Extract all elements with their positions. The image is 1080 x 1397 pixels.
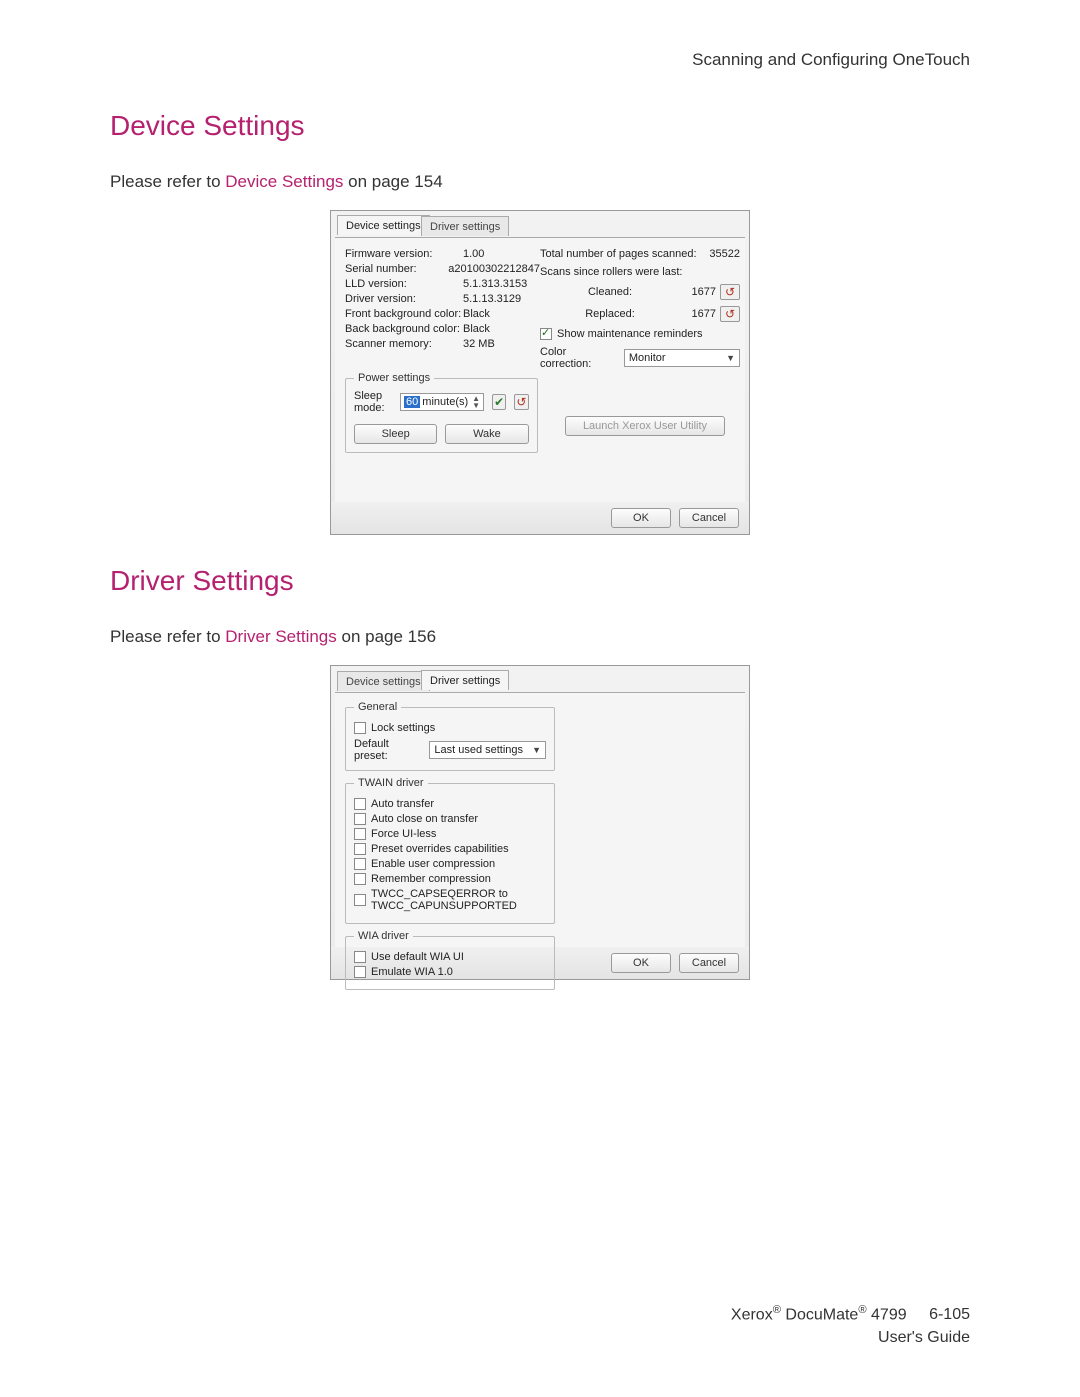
total-scanned-label: Total number of pages scanned:: [540, 248, 697, 260]
launch-utility-button[interactable]: Launch Xerox User Utility: [565, 416, 725, 436]
driver-version-label: Driver version:: [345, 293, 463, 305]
driver-settings-dialog: Device settings Driver settings General …: [330, 665, 750, 980]
wia-legend: WIA driver: [354, 930, 413, 942]
page-header: Scanning and Configuring OneTouch: [110, 50, 970, 70]
default-preset-value: Last used settings: [434, 744, 523, 756]
lld-value: 5.1.313.3153: [463, 278, 527, 290]
refer-device: Please refer to Device Settings on page …: [110, 172, 970, 192]
sleep-mode-label: Sleep mode:: [354, 390, 396, 414]
total-scanned-value: 35522: [704, 248, 740, 260]
remember-compression-checkbox[interactable]: [354, 873, 366, 885]
memory-value: 32 MB: [463, 338, 495, 350]
sleep-mode-spinner[interactable]: 60 minute(s) ▲▼: [400, 393, 484, 411]
tab-device-settings-2[interactable]: Device settings: [337, 671, 430, 691]
serial-label: Serial number:: [345, 263, 448, 275]
color-correction-label: Color correction:: [540, 346, 618, 370]
tab-driver-settings-2[interactable]: Driver settings: [421, 670, 509, 690]
page-footer: Xerox® DocuMate® 4799 6-105 User's Guide: [731, 1303, 970, 1349]
auto-close-label: Auto close on transfer: [371, 813, 478, 825]
cleaned-label: Cleaned:: [540, 286, 680, 298]
footer-brand1: Xerox: [731, 1306, 773, 1323]
footer-brand2: DocuMate: [781, 1306, 858, 1323]
force-uiless-label: Force UI-less: [371, 828, 436, 840]
refer-link-driver[interactable]: Driver Settings: [225, 627, 336, 646]
back-bg-value: Black: [463, 323, 490, 335]
front-bg-label: Front background color:: [345, 308, 463, 320]
cancel-button[interactable]: Cancel: [679, 508, 739, 528]
user-compression-label: Enable user compression: [371, 858, 495, 870]
general-legend: General: [354, 701, 401, 713]
reset-replaced-button[interactable]: ↺: [720, 306, 740, 322]
default-wia-ui-checkbox[interactable]: [354, 951, 366, 963]
preset-overrides-label: Preset overrides capabilities: [371, 843, 509, 855]
twcc-error-checkbox[interactable]: [354, 894, 366, 906]
auto-close-checkbox[interactable]: [354, 813, 366, 825]
refer-link-device[interactable]: Device Settings: [225, 172, 343, 191]
reminders-label: Show maintenance reminders: [557, 328, 703, 340]
reset-cleaned-button[interactable]: ↺: [720, 284, 740, 300]
section-title-device: Device Settings: [110, 110, 970, 142]
auto-transfer-checkbox[interactable]: [354, 798, 366, 810]
refer-driver: Please refer to Driver Settings on page …: [110, 627, 970, 647]
lock-settings-label: Lock settings: [371, 722, 435, 734]
firmware-value: 1.00: [463, 248, 484, 260]
replaced-value: 1677: [680, 308, 716, 320]
sleep-mode-unit: minute(s): [422, 396, 468, 408]
cleaned-value: 1677: [680, 286, 716, 298]
sleep-mode-value: 60: [404, 396, 420, 408]
since-rollers-label: Scans since rollers were last:: [540, 266, 682, 278]
user-compression-checkbox[interactable]: [354, 858, 366, 870]
cancel-button-2[interactable]: Cancel: [679, 953, 739, 973]
refer-prefix: Please refer to: [110, 627, 225, 646]
lld-label: LLD version:: [345, 278, 463, 290]
ok-button-2[interactable]: OK: [611, 953, 671, 973]
wake-button[interactable]: Wake: [445, 424, 528, 444]
emulate-wia-checkbox[interactable]: [354, 966, 366, 978]
replaced-label: Replaced:: [540, 308, 680, 320]
firmware-label: Firmware version:: [345, 248, 463, 260]
sleep-reset-button[interactable]: ↺: [514, 394, 528, 410]
device-settings-dialog: Device settings Driver settings Firmware…: [330, 210, 750, 535]
back-bg-label: Back background color:: [345, 323, 463, 335]
force-uiless-checkbox[interactable]: [354, 828, 366, 840]
lock-settings-checkbox[interactable]: [354, 722, 366, 734]
ok-button[interactable]: OK: [611, 508, 671, 528]
default-wia-ui-label: Use default WIA UI: [371, 951, 464, 963]
footer-page: 6-105: [929, 1306, 970, 1323]
power-settings-legend: Power settings: [354, 372, 434, 384]
refer-suffix: on page 156: [337, 627, 436, 646]
front-bg-value: Black: [463, 308, 490, 320]
section-title-driver: Driver Settings: [110, 565, 970, 597]
memory-label: Scanner memory:: [345, 338, 463, 350]
preset-overrides-checkbox[interactable]: [354, 843, 366, 855]
driver-version-value: 5.1.13.3129: [463, 293, 521, 305]
sleep-button[interactable]: Sleep: [354, 424, 437, 444]
twcc-error-label: TWCC_CAPSEQERROR to TWCC_CAPUNSUPPORTED: [371, 888, 546, 912]
emulate-wia-label: Emulate WIA 1.0: [371, 966, 453, 978]
color-correction-value: Monitor: [629, 352, 666, 364]
tab-driver-settings[interactable]: Driver settings: [421, 216, 509, 236]
chevron-down-icon: ▼: [726, 353, 735, 363]
default-preset-label: Default preset:: [354, 738, 423, 762]
footer-line2: User's Guide: [731, 1327, 970, 1349]
footer-model: 4799: [867, 1306, 907, 1323]
refer-prefix: Please refer to: [110, 172, 225, 191]
auto-transfer-label: Auto transfer: [371, 798, 434, 810]
remember-compression-label: Remember compression: [371, 873, 491, 885]
serial-value: a20100302212847: [448, 263, 540, 275]
color-correction-dropdown[interactable]: Monitor ▼: [624, 349, 740, 367]
sleep-apply-button[interactable]: ✔: [492, 394, 506, 410]
reminders-checkbox[interactable]: [540, 328, 552, 340]
default-preset-dropdown[interactable]: Last used settings ▼: [429, 741, 546, 759]
chevron-down-icon: ▼: [532, 745, 541, 755]
tab-device-settings[interactable]: Device settings: [337, 215, 430, 235]
refer-suffix: on page 154: [343, 172, 442, 191]
twain-legend: TWAIN driver: [354, 777, 428, 789]
